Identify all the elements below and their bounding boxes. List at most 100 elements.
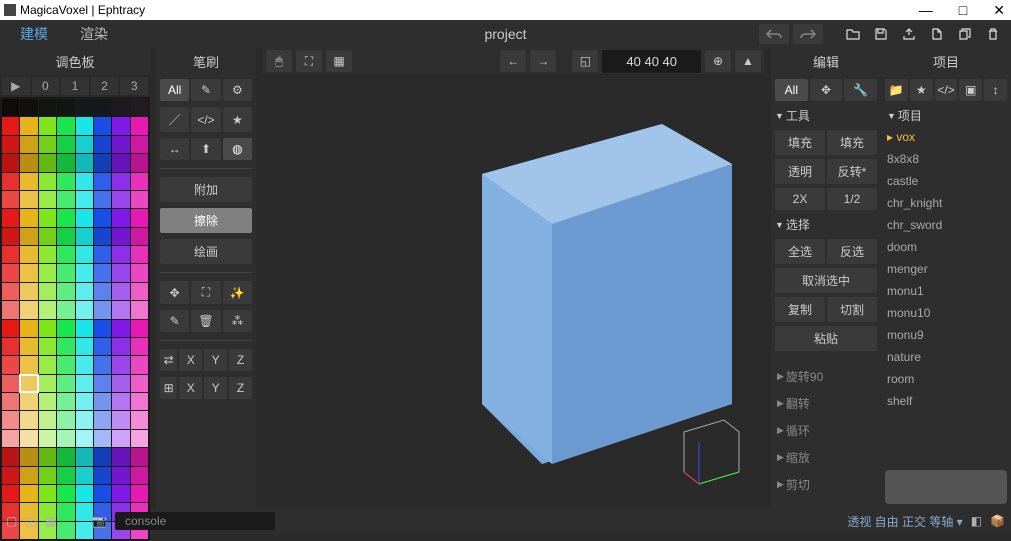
select-paste[interactable]: 粘贴 xyxy=(775,326,877,351)
brush-mode-erase[interactable]: 擦除 xyxy=(160,208,252,233)
palette-swatch[interactable] xyxy=(76,173,93,190)
palette-swatch[interactable] xyxy=(112,264,129,281)
palette-swatch[interactable] xyxy=(112,246,129,263)
palette-swatch[interactable] xyxy=(112,448,129,465)
palette-swatch[interactable] xyxy=(57,173,74,190)
palette-swatch[interactable] xyxy=(94,301,111,318)
palette-swatch[interactable] xyxy=(39,154,56,171)
palette-swatch[interactable] xyxy=(94,467,111,484)
palette-swatch[interactable] xyxy=(131,411,148,428)
palette-swatch[interactable] xyxy=(57,338,74,355)
palette-swatch[interactable] xyxy=(94,448,111,465)
palette-swatch[interactable] xyxy=(76,485,93,502)
brush-mode-attach[interactable]: 附加 xyxy=(160,177,252,202)
palette-swatch[interactable] xyxy=(20,99,37,116)
project-header[interactable]: ▼项目 xyxy=(881,105,1011,126)
layer-icon[interactable]: ◧ xyxy=(971,514,982,528)
brush-move-icon[interactable]: ✥ xyxy=(160,281,189,304)
palette-swatch[interactable] xyxy=(39,448,56,465)
palette-swatch[interactable] xyxy=(2,301,19,318)
project-code-icon[interactable]: </> xyxy=(935,79,958,101)
palette-swatch[interactable] xyxy=(39,320,56,337)
palette-tab-3[interactable]: 3 xyxy=(120,77,148,95)
palette-swatch[interactable] xyxy=(57,393,74,410)
copy-file-icon[interactable] xyxy=(953,24,977,44)
palette-swatch[interactable] xyxy=(39,246,56,263)
project-item[interactable]: chr_knight xyxy=(881,192,1011,214)
section-shear[interactable]: ▶剪切 xyxy=(775,473,877,496)
palette-swatch[interactable] xyxy=(76,467,93,484)
brush-line-icon[interactable]: ／ xyxy=(160,107,189,132)
palette-swatch[interactable] xyxy=(131,320,148,337)
view-mode-status[interactable]: 透视 自由 正交 等轴 ▾ xyxy=(847,513,962,530)
mirror-z[interactable]: Z xyxy=(229,349,252,371)
project-sort-icon[interactable]: ↕ xyxy=(984,79,1007,101)
palette-swatch[interactable] xyxy=(39,173,56,190)
palette-swatch[interactable] xyxy=(94,430,111,447)
palette-swatch[interactable] xyxy=(76,117,93,134)
palette-swatch[interactable] xyxy=(131,393,148,410)
palette-swatch[interactable] xyxy=(2,191,19,208)
select-cut[interactable]: 切割 xyxy=(827,297,877,322)
brush-all-button[interactable]: All xyxy=(160,79,189,101)
palette-swatch[interactable] xyxy=(57,301,74,318)
tab-model[interactable]: 建模 xyxy=(6,20,62,48)
palette-swatch[interactable] xyxy=(2,246,19,263)
palette-swatch[interactable] xyxy=(76,209,93,226)
palette-swatch[interactable] xyxy=(57,264,74,281)
palette-swatch[interactable] xyxy=(57,503,74,520)
palette-swatch[interactable] xyxy=(94,338,111,355)
palette-swatch[interactable] xyxy=(131,301,148,318)
tool-fill-2[interactable]: 填充 xyxy=(827,130,877,155)
section-tool[interactable]: ▼工具 xyxy=(775,105,877,126)
palette-swatch[interactable] xyxy=(57,467,74,484)
palette-swatch[interactable] xyxy=(76,522,93,539)
palette-swatch[interactable] xyxy=(131,154,148,171)
palette-swatch[interactable] xyxy=(2,356,19,373)
palette-swatch[interactable] xyxy=(57,430,74,447)
palette-swatch[interactable] xyxy=(76,503,93,520)
palette-swatch[interactable] xyxy=(2,338,19,355)
expand-icon[interactable]: ⛶ xyxy=(296,50,322,72)
palette-swatch[interactable] xyxy=(2,320,19,337)
palette-swatch[interactable] xyxy=(76,264,93,281)
palette-swatch[interactable] xyxy=(76,448,93,465)
palette-swatch[interactable] xyxy=(20,356,37,373)
palette-swatch[interactable] xyxy=(2,228,19,245)
palette-swatch[interactable] xyxy=(131,209,148,226)
palette-swatch[interactable] xyxy=(39,301,56,318)
delete-icon[interactable] xyxy=(981,24,1005,44)
layout-1-icon[interactable]: ▢ xyxy=(6,514,17,528)
palette-swatch[interactable] xyxy=(20,228,37,245)
palette-swatch[interactable] xyxy=(2,485,19,502)
section-select[interactable]: ▼选择 xyxy=(775,214,877,235)
palette-swatch[interactable] xyxy=(131,173,148,190)
palette-swatch[interactable] xyxy=(20,136,37,153)
palette-swatch[interactable] xyxy=(76,154,93,171)
project-folder-icon[interactable]: 📁 xyxy=(885,79,908,101)
palette-swatch[interactable] xyxy=(131,228,148,245)
close-button[interactable]: ✕ xyxy=(993,2,1005,19)
palette-swatch[interactable] xyxy=(57,117,74,134)
palette-swatch[interactable] xyxy=(112,191,129,208)
project-item[interactable]: room xyxy=(881,368,1011,390)
palette-swatch[interactable] xyxy=(2,99,19,116)
layout-3-icon[interactable]: ▦ xyxy=(45,514,56,528)
palette-swatch[interactable] xyxy=(57,411,74,428)
palette-swatch[interactable] xyxy=(20,246,37,263)
axis-gizmo[interactable] xyxy=(669,412,749,492)
palette-swatch[interactable] xyxy=(20,283,37,300)
palette-swatch[interactable] xyxy=(2,430,19,447)
palette-swatch[interactable] xyxy=(112,301,129,318)
palette-swatch[interactable] xyxy=(20,338,37,355)
palette-swatch[interactable] xyxy=(131,448,148,465)
axis-y[interactable]: Y xyxy=(204,377,227,399)
palette-swatch[interactable] xyxy=(20,173,37,190)
palette-swatch[interactable] xyxy=(131,99,148,116)
palette-swatch[interactable] xyxy=(94,228,111,245)
palette-swatch[interactable] xyxy=(76,411,93,428)
palette-swatch[interactable] xyxy=(57,191,74,208)
section-loop[interactable]: ▶循环 xyxy=(775,419,877,442)
next-icon[interactable]: → xyxy=(530,50,556,72)
palette-swatch[interactable] xyxy=(20,320,37,337)
